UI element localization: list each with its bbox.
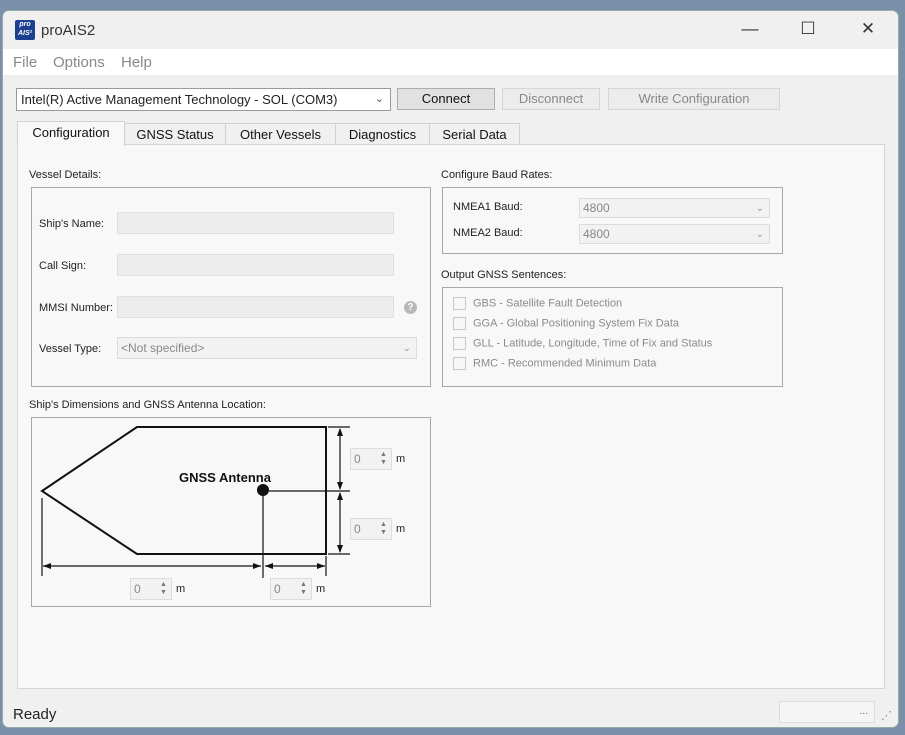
gga-checkbox-row[interactable]: GGA - Global Positioning System Fix Data <box>453 317 679 330</box>
left-dim-arrow-right <box>253 563 261 569</box>
chevron-down-icon: ⌄ <box>755 203 764 214</box>
vessel-details-group: Ship's Name: Call Sign: MMSI Number: ? V… <box>31 187 431 387</box>
antenna-marker <box>257 484 269 496</box>
nmea1-baud-value: 4800 <box>583 201 610 215</box>
resize-grip-icon[interactable]: ⋰ <box>881 709 892 722</box>
bottom-distance-value: 0 <box>354 522 361 536</box>
write-configuration-button[interactable]: Write Configuration <box>608 88 780 110</box>
menu-help[interactable]: Help <box>121 54 152 71</box>
right-dim-arrow-left <box>265 563 273 569</box>
status-text: Ready <box>13 706 57 723</box>
bow-distance-value: 0 <box>134 582 141 596</box>
baud-rates-group: NMEA1 Baud: 4800 ⌄ NMEA2 Baud: 4800 ⌄ <box>442 187 783 254</box>
help-icon[interactable]: ? <box>404 301 417 314</box>
gnss-sentences-group: GBS - Satellite Fault Detection GGA - Gl… <box>442 287 783 387</box>
vessel-type-value: <Not specified> <box>121 341 205 355</box>
nmea2-baud-value: 4800 <box>583 227 610 241</box>
gga-label: GGA - Global Positioning System Fix Data <box>473 317 680 330</box>
port-select[interactable]: Intel(R) Active Management Technology - … <box>16 88 391 111</box>
rmc-label: RMC - Recommended Minimum Data <box>473 357 657 370</box>
spinner-arrows-icon[interactable]: ▲ ▼ <box>158 581 169 597</box>
top-dim-arrow-up <box>337 428 343 436</box>
ship-name-input[interactable] <box>117 212 394 234</box>
gll-checkbox-row[interactable]: GLL - Latitude, Longitude, Time of Fix a… <box>453 337 712 350</box>
tab-other-vessels[interactable]: Other Vessels <box>225 123 336 145</box>
spinner-arrows-icon[interactable]: ▲ ▼ <box>378 521 389 537</box>
gbs-checkbox[interactable] <box>453 297 466 310</box>
bottom-distance-input[interactable]: 0 ▲ ▼ <box>350 518 392 540</box>
menu-bar: File Options Help <box>3 49 898 75</box>
nmea2-baud-select[interactable]: 4800 ⌄ <box>579 224 770 244</box>
connect-button[interactable]: Connect <box>397 88 495 110</box>
app-window: pro AIS² proAIS2 — ☐ ✕ File Options Help… <box>2 10 899 728</box>
bow-distance-input[interactable]: 0 ▲ ▼ <box>130 578 172 600</box>
call-sign-label: Call Sign: <box>39 260 87 272</box>
disconnect-button[interactable]: Disconnect <box>502 88 600 110</box>
ship-name-label: Ship's Name: <box>39 218 105 230</box>
stern-distance-unit: m <box>316 583 326 595</box>
rmc-checkbox[interactable] <box>453 357 466 370</box>
left-dim-arrow-left <box>43 563 51 569</box>
gll-label: GLL - Latitude, Longitude, Time of Fix a… <box>473 337 713 350</box>
right-dim-arrow-right <box>317 563 325 569</box>
vessel-type-label: Vessel Type: <box>39 343 102 355</box>
rmc-checkbox-row[interactable]: RMC - Recommended Minimum Data <box>453 357 656 370</box>
chevron-down-icon: ⌄ <box>755 229 764 240</box>
chevron-down-icon: ⌄ <box>402 343 411 354</box>
gnss-sentences-title: Output GNSS Sentences: <box>441 269 567 281</box>
bottom-dim-arrow-down <box>337 545 343 553</box>
stern-distance-value: 0 <box>274 582 281 596</box>
maximize-button[interactable]: ☐ <box>785 11 831 47</box>
configuration-panel: Vessel Details: Ship's Name: Call Sign: … <box>17 144 885 689</box>
nmea1-baud-select[interactable]: 4800 ⌄ <box>579 198 770 218</box>
tab-serial-data[interactable]: Serial Data <box>429 123 520 145</box>
title-bar[interactable]: pro AIS² proAIS2 — ☐ ✕ <box>3 11 898 49</box>
spinner-arrows-icon[interactable]: ▲ ▼ <box>298 581 309 597</box>
bow-distance-unit: m <box>176 583 186 595</box>
close-button[interactable]: ✕ <box>845 11 891 47</box>
top-distance-input[interactable]: 0 ▲ ▼ <box>350 448 392 470</box>
minimize-button[interactable]: — <box>727 11 773 47</box>
top-dim-arrow-down <box>337 482 343 490</box>
tab-diagnostics[interactable]: Diagnostics <box>335 123 430 145</box>
menu-file[interactable]: File <box>13 54 37 71</box>
top-distance-value: 0 <box>354 452 361 466</box>
menu-options[interactable]: Options <box>53 54 105 71</box>
dimensions-group: GNSS Antenna 0 ▲ ▼ m 0 ▲ ▼ m 0 ▲ ▼ m 0 ▲ ▼ m <box>31 417 431 607</box>
vessel-type-select[interactable]: <Not specified> ⌄ <box>117 337 417 359</box>
status-panel: ... <box>779 701 875 723</box>
port-select-value: Intel(R) Active Management Technology - … <box>21 92 338 107</box>
window-title: proAIS2 <box>41 22 96 39</box>
top-distance-unit: m <box>396 453 406 465</box>
gbs-label: GBS - Satellite Fault Detection <box>473 297 623 310</box>
app-logo-icon: pro AIS² <box>15 20 35 40</box>
antenna-label: GNSS Antenna <box>179 470 271 485</box>
ship-diagram <box>40 426 350 578</box>
chevron-down-icon: ⌄ <box>374 93 384 105</box>
spinner-arrows-icon[interactable]: ▲ ▼ <box>378 451 389 467</box>
tab-configuration[interactable]: Configuration <box>17 121 125 146</box>
status-bar: Ready ... ⋰ <box>3 699 898 727</box>
mmsi-label: MMSI Number: <box>39 302 113 314</box>
mmsi-input[interactable] <box>117 296 394 318</box>
nmea1-baud-label: NMEA1 Baud: <box>453 201 523 213</box>
gga-checkbox[interactable] <box>453 317 466 330</box>
dimensions-title: Ship's Dimensions and GNSS Antenna Locat… <box>29 399 266 411</box>
bottom-distance-unit: m <box>396 523 406 535</box>
call-sign-input[interactable] <box>117 254 394 276</box>
gll-checkbox[interactable] <box>453 337 466 350</box>
stern-distance-input[interactable]: 0 ▲ ▼ <box>270 578 312 600</box>
tab-gnss-status[interactable]: GNSS Status <box>124 123 226 145</box>
bottom-dim-arrow-up <box>337 492 343 500</box>
baud-rates-title: Configure Baud Rates: <box>441 169 553 181</box>
nmea2-baud-label: NMEA2 Baud: <box>453 227 523 239</box>
vessel-details-title: Vessel Details: <box>29 169 102 181</box>
gbs-checkbox-row[interactable]: GBS - Satellite Fault Detection <box>453 297 622 310</box>
status-ellipsis: ... <box>859 706 868 717</box>
